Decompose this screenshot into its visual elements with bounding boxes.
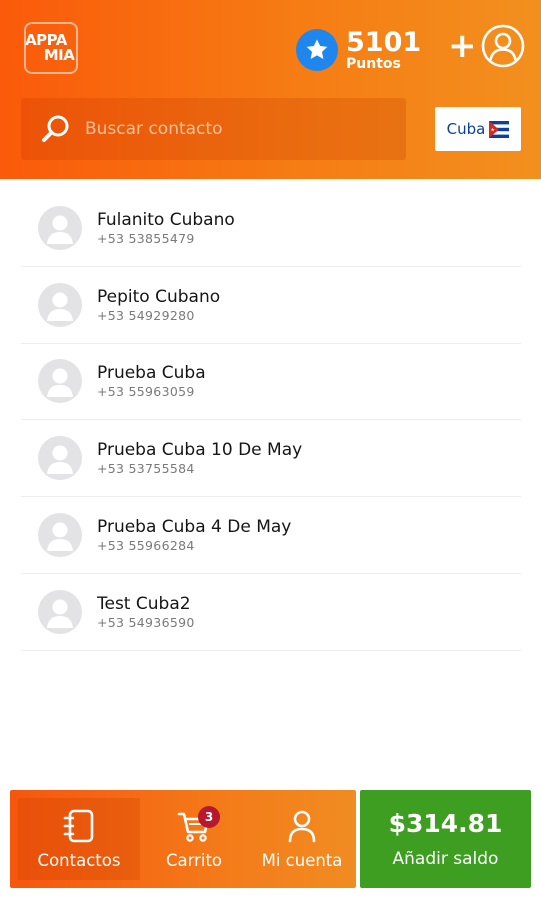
app-logo[interactable]: APPA MIA	[24, 22, 78, 74]
avatar	[38, 282, 82, 327]
account-icon	[286, 808, 318, 844]
contact-name: Pepito Cubano	[97, 286, 221, 307]
contact-phone: +53 55963059	[97, 384, 195, 400]
add-user-icon	[481, 24, 525, 72]
avatar	[38, 589, 82, 634]
list-item[interactable]: Prueba Cuba 4 De May +53 55966284	[21, 497, 521, 574]
contacts-icon	[62, 808, 96, 844]
contact-phone: +53 53855479	[97, 230, 195, 246]
contact-name: Prueba Cuba 4 De May	[97, 517, 292, 538]
list-item[interactable]: Pepito Cubano +53 54929280	[21, 267, 521, 344]
nav-contacts-label: Contactos	[37, 851, 121, 870]
star-icon	[296, 29, 338, 71]
points-value: 5101	[346, 27, 422, 58]
nav-account[interactable]: Mi cuenta	[248, 790, 356, 888]
contact-phone: +53 54936590	[97, 614, 195, 630]
contact-phone: +53 55966284	[97, 538, 195, 554]
contact-name: Prueba Cuba 10 De May	[97, 440, 303, 461]
cart-count-badge: 3	[198, 806, 220, 828]
add-contact-button[interactable]: +	[448, 24, 524, 72]
cuba-flag-icon	[489, 120, 510, 138]
contact-name: Fulanito Cubano	[97, 209, 235, 230]
nav-cart[interactable]: 3 Carrito	[140, 790, 248, 888]
search-icon	[41, 114, 71, 144]
bottom-navigation: Contactos 3 Carrito Mi cuenta	[10, 790, 356, 888]
add-balance-button[interactable]: $314.81 Añadir saldo	[360, 790, 531, 888]
list-item[interactable]: Fulanito Cubano +53 53855479	[21, 190, 521, 267]
contact-name: Prueba Cuba	[97, 363, 206, 384]
app-header: APPA MIA 5101 Puntos + Buscar contacto C…	[0, 0, 541, 179]
list-item[interactable]: Prueba Cuba +53 55963059	[21, 344, 521, 421]
contact-phone: +53 54929280	[97, 307, 195, 323]
contact-name: Test Cuba2	[97, 593, 191, 614]
contact-phone: +53 53755584	[97, 461, 195, 477]
nav-account-label: Mi cuenta	[261, 851, 343, 870]
avatar	[38, 513, 82, 558]
logo-line-2: MIA	[43, 46, 75, 64]
add-balance-label: Añadir saldo	[392, 849, 499, 869]
nav-cart-label: Carrito	[165, 851, 223, 870]
search-input[interactable]	[85, 119, 385, 139]
country-label: Cuba	[446, 120, 486, 138]
list-item[interactable]: Test Cuba2 +53 54936590	[21, 574, 521, 651]
list-item[interactable]: Prueba Cuba 10 De May +53 53755584	[21, 420, 521, 498]
avatar	[38, 359, 82, 404]
search-bar[interactable]	[21, 98, 406, 160]
plus-icon: +	[448, 26, 477, 66]
nav-contacts[interactable]: Contactos	[18, 798, 140, 880]
avatar	[38, 436, 82, 481]
points-label: Puntos	[346, 56, 401, 72]
balance-amount: $314.81	[388, 809, 503, 838]
country-selector-button[interactable]: Cuba	[435, 107, 521, 151]
contact-list: Fulanito Cubano +53 53855479 Pepito Cuba…	[21, 190, 521, 651]
points-display[interactable]: 5101 Puntos	[296, 27, 421, 73]
avatar	[38, 205, 82, 250]
